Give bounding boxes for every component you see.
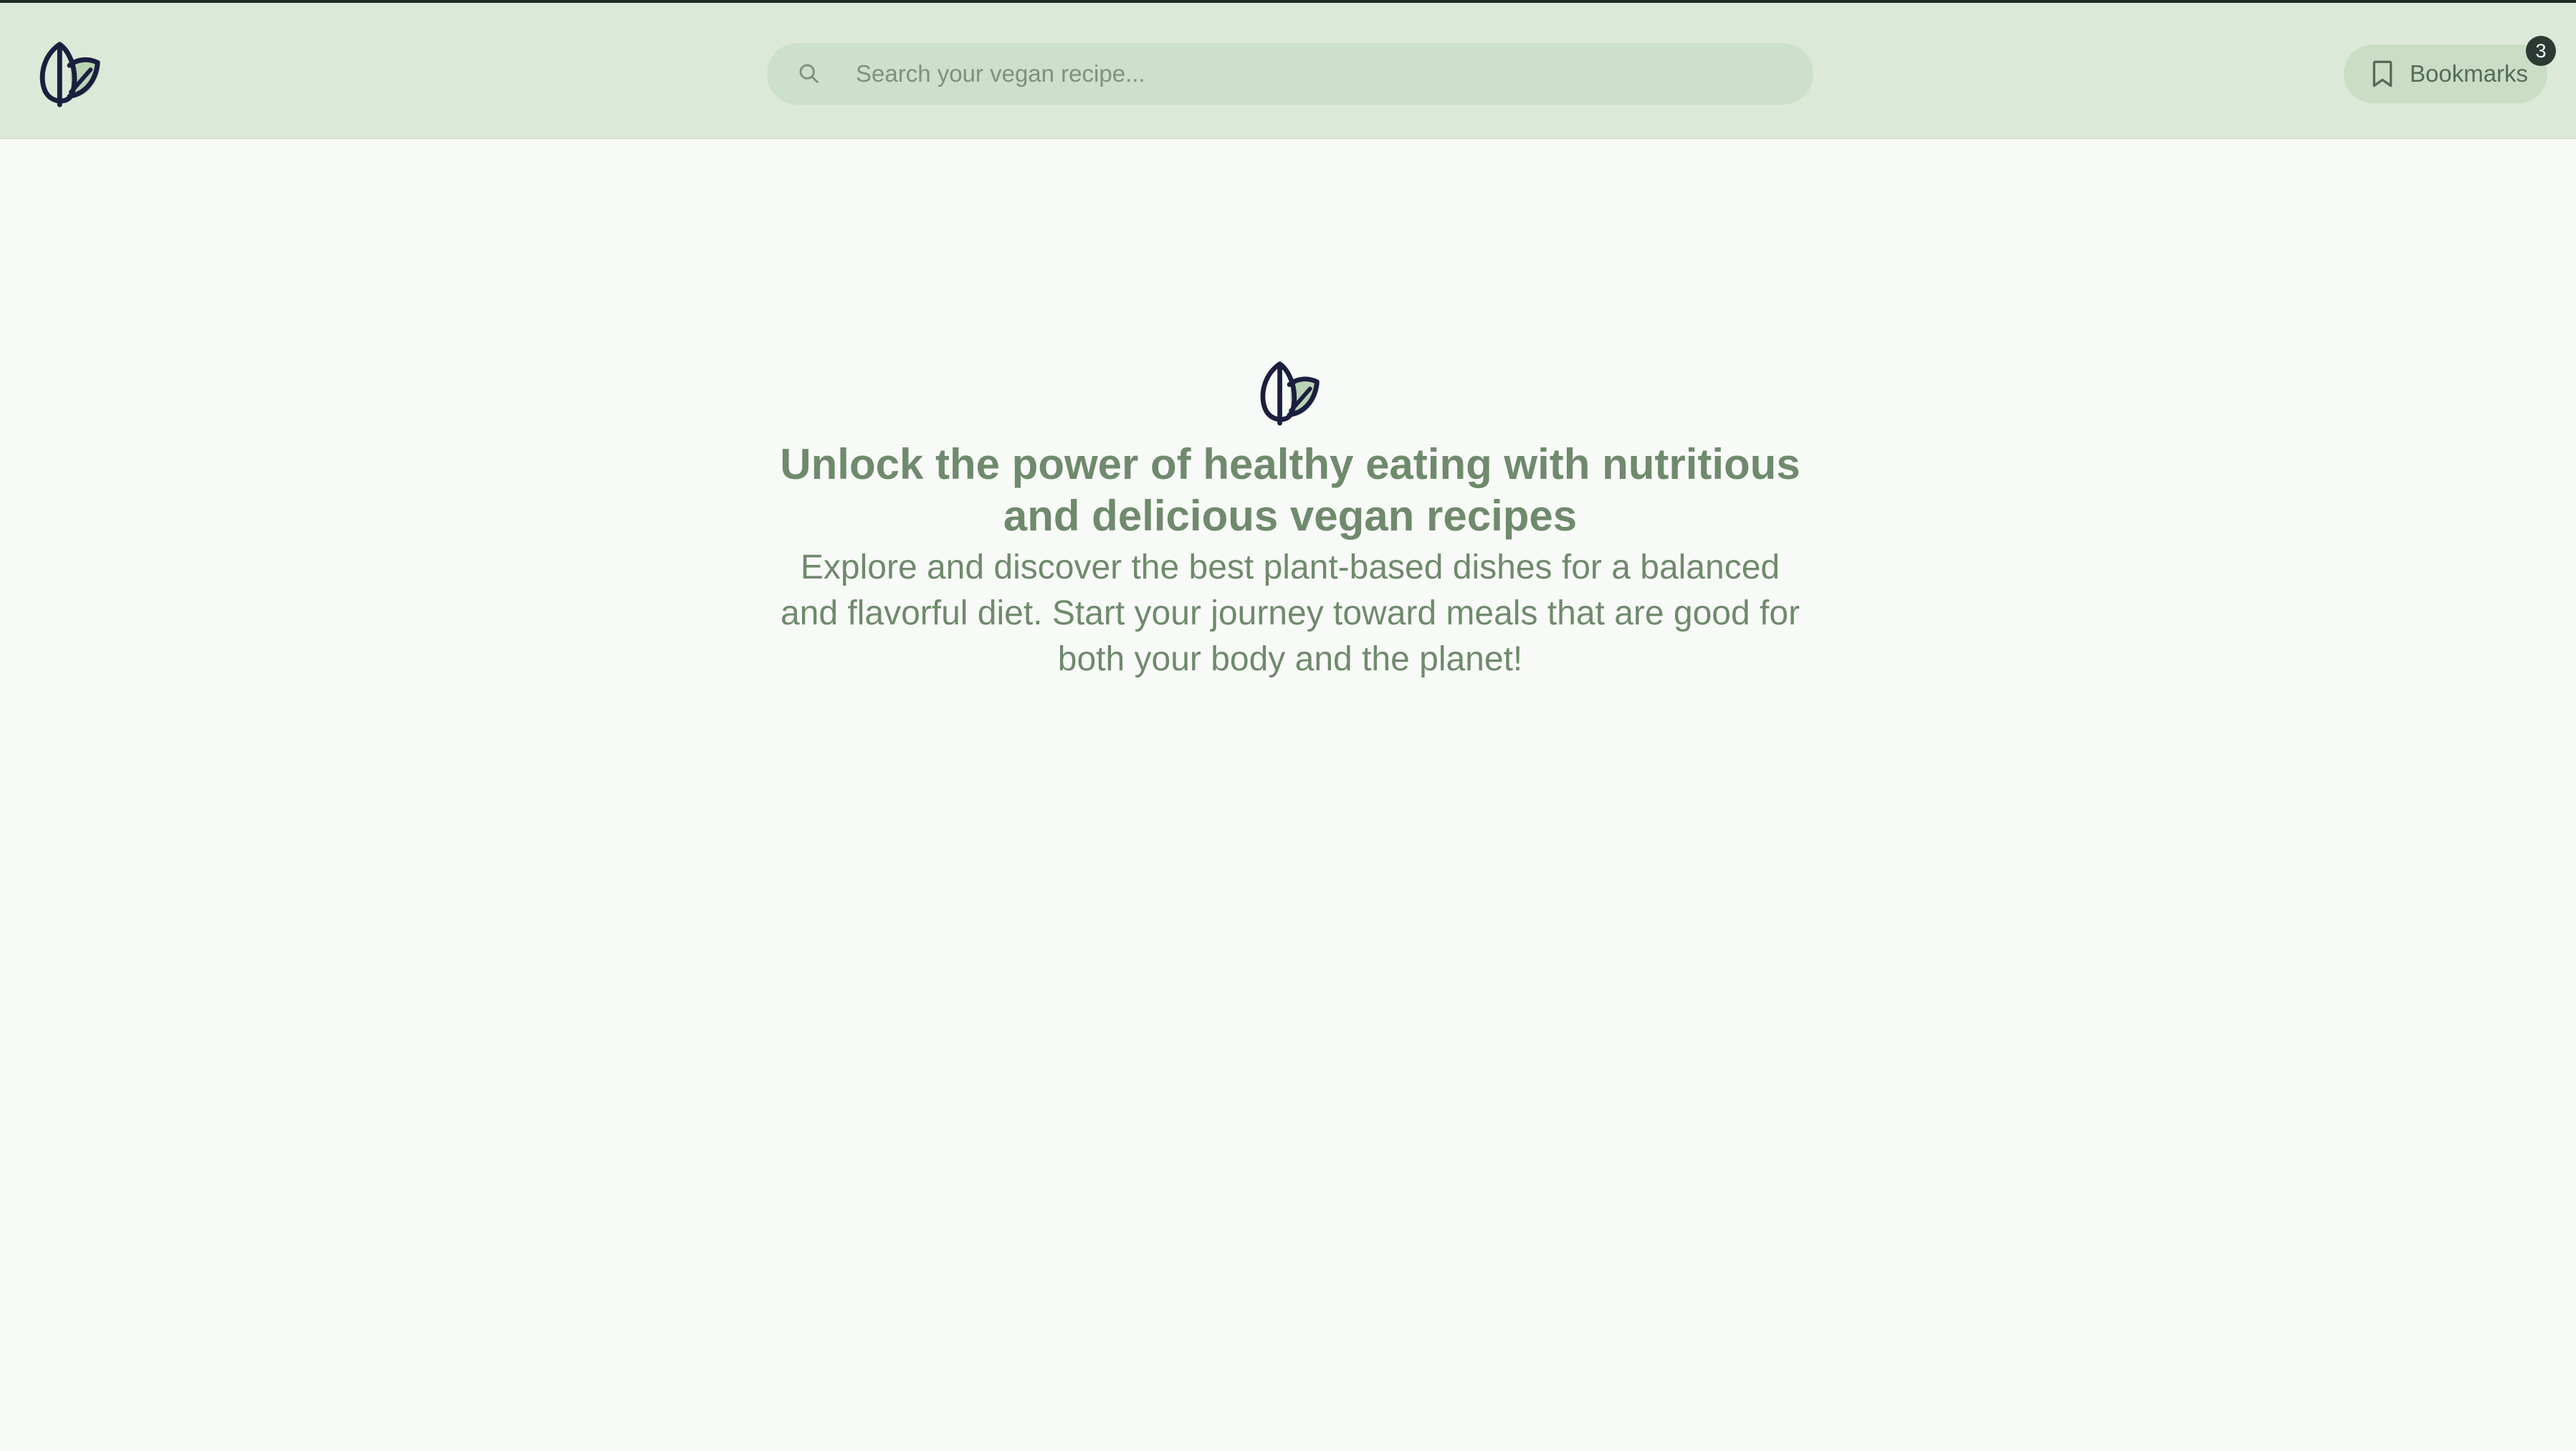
hero-text-line-1: Explore and discover the best plant-base… <box>800 548 1780 586</box>
leaf-logo-icon <box>1260 361 1320 426</box>
hero-title-line-2: and delicious vegan recipes <box>1003 492 1578 540</box>
search-input[interactable] <box>856 49 1773 99</box>
leaf-logo-icon <box>39 42 101 108</box>
bookmarks-button[interactable]: Bookmarks <box>2344 44 2547 103</box>
logo-link[interactable] <box>34 39 105 109</box>
search-icon <box>799 64 819 83</box>
bookmarks-label: Bookmarks <box>2410 60 2529 87</box>
header: Bookmarks 3 <box>0 3 2576 139</box>
hero-text-line-2: and flavorful diet. Start your journey t… <box>780 594 1800 632</box>
bookmarks-count-badge: 3 <box>2526 36 2556 66</box>
hero-description: Explore and discover the best plant-base… <box>753 545 1828 682</box>
hero-icon-wrapper <box>1255 358 1324 427</box>
bookmark-icon <box>2372 60 2393 87</box>
hero-title: Unlock the power of healthy eating with … <box>717 439 1864 542</box>
hero-text-line-3: both your body and the planet! <box>1057 640 1523 678</box>
search-bar[interactable] <box>767 43 1813 105</box>
hero-title-line-1: Unlock the power of healthy eating with … <box>780 440 1800 488</box>
